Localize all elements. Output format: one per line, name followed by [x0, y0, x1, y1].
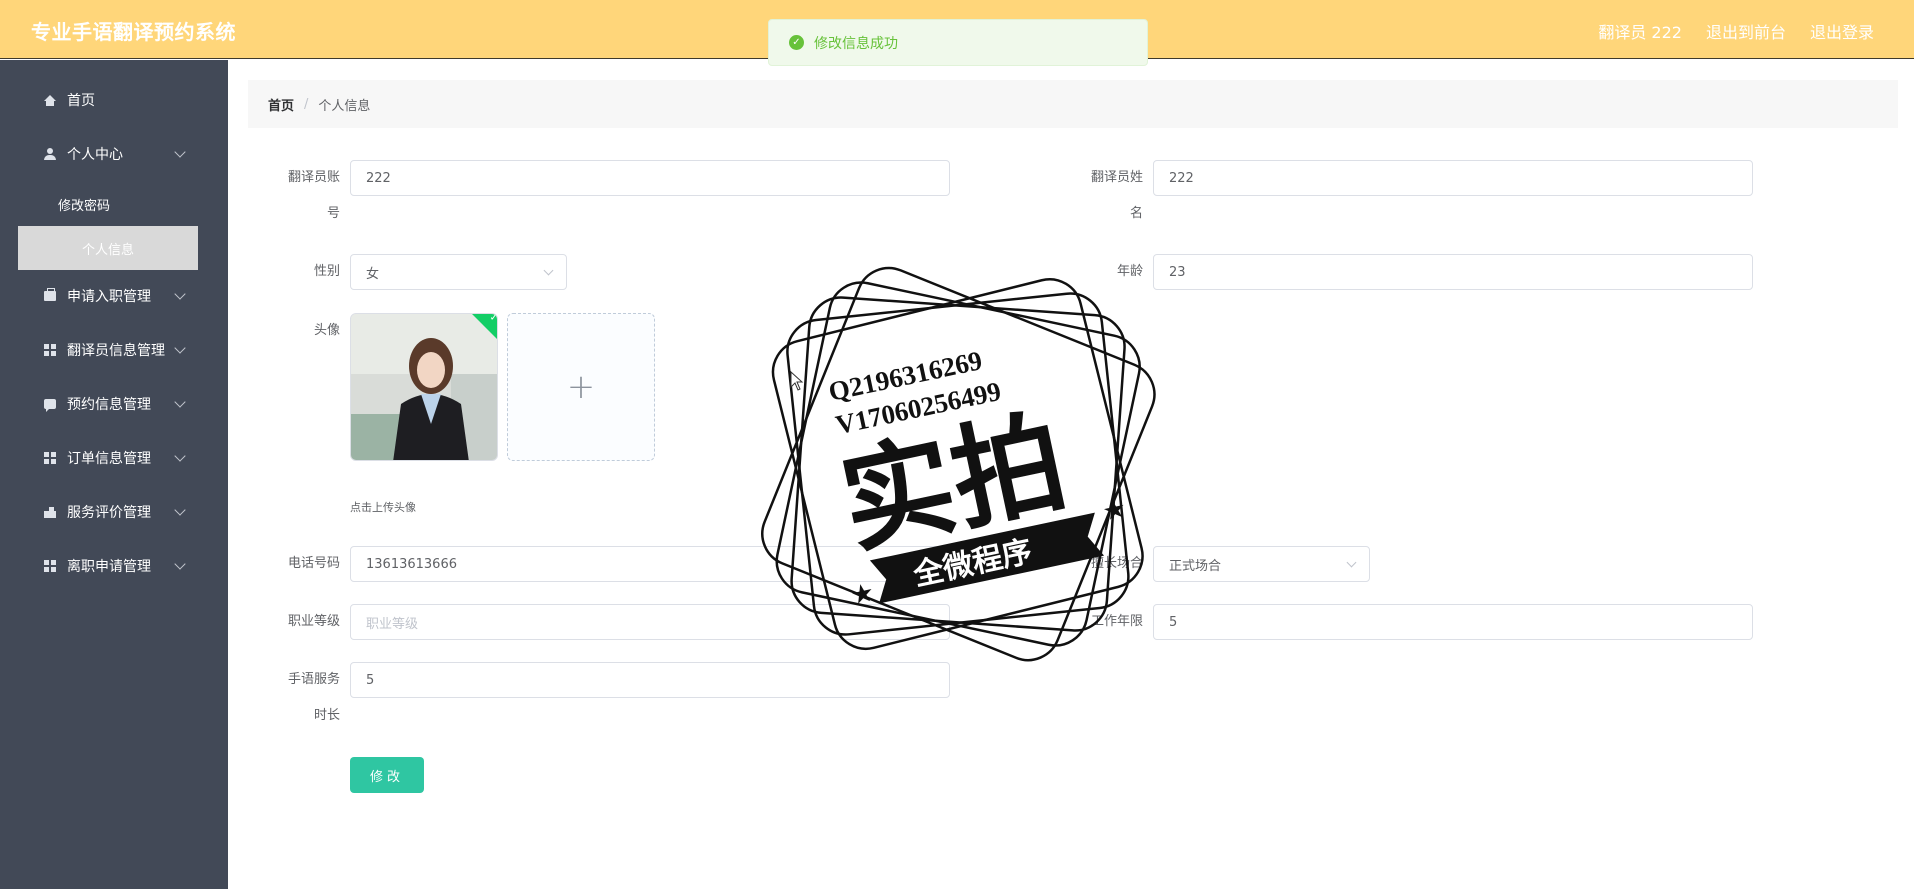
level-label: 职业等级 — [287, 614, 340, 629]
occasion-value: 正式场合 — [1169, 558, 1222, 574]
years-input[interactable]: 5 — [1153, 604, 1753, 640]
sidebar-item-label: 个人中心 — [67, 147, 123, 163]
sidebar-item-label: 离职申请管理 — [67, 559, 151, 575]
phone-label: 电话号码 — [287, 556, 340, 571]
success-toast: ✓ 修改信息成功 — [768, 19, 1148, 66]
sidebar-item-label: 预约信息管理 — [67, 397, 151, 413]
sidebar-item-order-info[interactable]: 订单信息管理 — [0, 431, 228, 485]
breadcrumb-separator: / — [304, 96, 309, 112]
chevron-down-icon — [174, 288, 186, 300]
phone-input[interactable]: 13613613666 — [350, 546, 950, 582]
sidebar-item-personal-center[interactable]: 个人中心 — [0, 127, 228, 181]
app-title: 专业手语翻译预约系统 — [31, 20, 236, 44]
sidebar-item-service-review[interactable]: 服务评价管理 — [0, 485, 228, 539]
watermark-line2: V17060256499 — [833, 376, 1004, 440]
grid-icon — [43, 451, 57, 465]
building-icon — [43, 505, 57, 519]
gender-value: 女 — [366, 266, 380, 282]
gender-select[interactable]: 女 — [350, 254, 567, 290]
star-icon: ★ — [1100, 493, 1129, 527]
account-label: 翻译员账 — [287, 170, 340, 185]
upload-avatar-button[interactable]: + — [507, 313, 655, 461]
watermark-big-text: 实拍 — [831, 396, 1077, 570]
sidebar-item-translator-info[interactable]: 翻译员信息管理 — [0, 323, 228, 377]
name-label-cont: 名 — [1129, 206, 1143, 221]
user-icon — [43, 147, 57, 161]
chevron-down-icon — [174, 396, 186, 408]
occasion-label: 擅长场合 — [1090, 556, 1143, 571]
sidebar-item-label: 翻译员信息管理 — [67, 343, 165, 359]
grid-icon — [43, 559, 57, 573]
plus-icon: + — [566, 367, 596, 407]
success-check-icon: ✓ — [789, 35, 804, 50]
sidebar-item-label: 订单信息管理 — [67, 451, 151, 467]
occasion-select[interactable]: 正式场合 — [1153, 546, 1370, 582]
breadcrumb-current: 个人信息 — [318, 98, 371, 114]
sidebar-item-label: 首页 — [67, 93, 95, 109]
watermark-line1: Q2196316269 — [826, 345, 985, 407]
account-input[interactable]: 222 — [350, 160, 950, 196]
level-input[interactable]: 职业等级 — [350, 604, 950, 640]
submit-button[interactable]: 修改 — [350, 757, 424, 793]
current-user-label: 翻译员 222 — [1598, 23, 1682, 42]
chevron-down-icon — [174, 342, 186, 354]
duration-label: 手语服务 — [287, 672, 340, 687]
sidebar-item-label: 服务评价管理 — [67, 505, 151, 521]
duration-input[interactable]: 5 — [350, 662, 950, 698]
breadcrumb-home[interactable]: 首页 — [268, 95, 294, 114]
name-input[interactable]: 222 — [1153, 160, 1753, 196]
briefcase-icon — [43, 288, 57, 303]
upload-hint: 点击上传头像 — [350, 501, 416, 514]
mouse-cursor-icon — [790, 371, 804, 391]
gender-label: 性别 — [313, 264, 340, 279]
avatar-photo — [351, 314, 497, 460]
duration-label-cont: 时长 — [313, 708, 340, 723]
grid-icon — [43, 343, 57, 357]
sidebar-item-resignation[interactable]: 离职申请管理 — [0, 539, 228, 593]
sidebar-item-booking-info[interactable]: 预约信息管理 — [0, 377, 228, 431]
account-label-cont: 号 — [326, 206, 340, 221]
chevron-down-icon — [174, 146, 186, 158]
sidebar-subitem-label: 修改密码 — [58, 198, 111, 214]
avatar-label: 头像 — [313, 323, 340, 338]
exit-to-frontend-link[interactable]: 退出到前台 — [1706, 19, 1786, 43]
avatar-image[interactable] — [350, 313, 498, 461]
name-label: 翻译员姓 — [1090, 170, 1143, 185]
sidebar-item-home[interactable]: 首页 — [0, 73, 228, 127]
chevron-down-icon — [174, 558, 186, 570]
sidebar-subitem-change-password[interactable]: 修改密码 — [0, 182, 228, 226]
years-label: 工作年限 — [1090, 614, 1143, 629]
chevron-down-icon — [543, 265, 554, 276]
logout-link[interactable]: 退出登录 — [1810, 19, 1874, 43]
age-label: 年龄 — [1116, 264, 1143, 279]
chevron-down-icon — [174, 504, 186, 516]
sidebar-subitem-label: 个人信息 — [81, 242, 134, 258]
age-input[interactable]: 23 — [1153, 254, 1753, 290]
sidebar: 首页 个人中心 修改密码 个人信息 申请入职管理 翻译员信息管理 预约信息管理 … — [0, 60, 228, 889]
sidebar-item-onboarding[interactable]: 申请入职管理 — [0, 269, 228, 323]
sidebar-item-label: 申请入职管理 — [67, 289, 151, 305]
chevron-down-icon — [1346, 557, 1357, 568]
header-actions: 翻译员 222 退出到前台 退出登录 — [1598, 19, 1874, 43]
chat-icon — [43, 397, 57, 412]
sidebar-subitem-personal-info[interactable]: 个人信息 — [18, 226, 198, 270]
toast-message: 修改信息成功 — [814, 35, 898, 52]
home-icon — [43, 93, 57, 107]
chevron-down-icon — [174, 450, 186, 462]
breadcrumb: 首页 / 个人信息 — [248, 80, 1898, 128]
